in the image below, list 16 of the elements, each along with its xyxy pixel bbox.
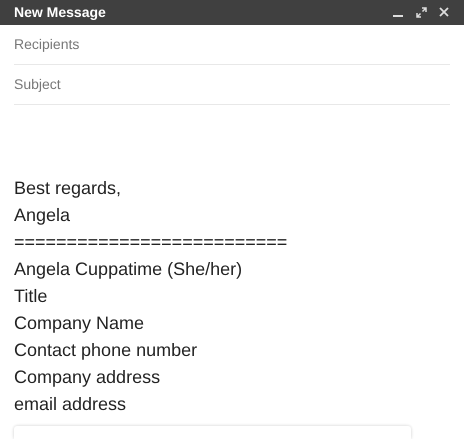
window-title: New Message	[14, 2, 107, 22]
body-line: ==========================	[14, 230, 288, 254]
body-line: Contact phone number	[14, 338, 198, 362]
body-line: email address	[14, 392, 128, 416]
body-line: Best regards,	[14, 176, 122, 200]
body-line: Title	[14, 284, 48, 308]
minimize-icon	[393, 15, 403, 18]
message-body[interactable]: Best regards, Angela ========================== Angela Cuppatime (She/her) Title Company Name Contact phone number Company address email address	[0, 104, 464, 418]
body-line: Angela Cuppatime (She/her)	[14, 258, 244, 281]
close-icon	[439, 7, 449, 18]
input-field[interactable]: Recipients	[14, 24, 450, 65]
body-line: Angela	[14, 204, 72, 227]
body-line: Company Name	[14, 312, 146, 335]
expand-icon	[416, 6, 426, 18]
body-line: Company address	[14, 366, 162, 389]
input-field[interactable]: Subject	[14, 64, 450, 105]
